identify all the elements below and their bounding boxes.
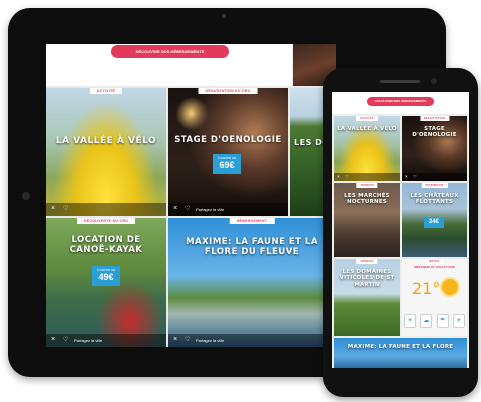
phone-screen: DÉCOUVRIR NOS HÉBERGEMENTS ACTIVITÉ LA V…	[332, 92, 469, 368]
tablet-camera	[222, 14, 226, 18]
tile-category: ACTIVITÉ	[89, 88, 123, 94]
weather-temperature: 21°	[412, 279, 441, 298]
tile-title: LES CHÂTEAUX FLOTTANTS	[410, 193, 459, 206]
tile-kayak[interactable]: DÉCOUVERTE DU CRU LOCATION DE CANOË-KAYA…	[46, 218, 166, 347]
forecast-icon: ☁	[420, 314, 433, 328]
phone-tile-maxime[interactable]: MAXIME: LA FAUNE ET LA FLORE	[334, 338, 467, 368]
share-label[interactable]: Partagez la ville	[196, 207, 224, 212]
tile-velo[interactable]: ACTIVITÉ LA VALLÉE À VÉLO × ♡	[46, 88, 166, 216]
phone-camera	[431, 78, 437, 84]
tile-title: LES MARCHÉS NOCTURNES	[344, 193, 390, 206]
forecast-icon: ☀	[404, 314, 417, 328]
tile-footer: × ♡	[334, 173, 400, 181]
phone-device: DÉCOUVRIR NOS HÉBERGEMENTS ACTIVITÉ LA V…	[323, 68, 478, 397]
tile-title: STAGE D'OENOLOGIE	[174, 135, 282, 145]
heart-icon[interactable]: ♡	[413, 174, 417, 179]
close-icon[interactable]: ×	[51, 336, 55, 343]
phone-tile-meteo[interactable]: MÉTÉO MERCREDI 20 JUILLET 2016 21° ☀ ☁ ☂…	[402, 259, 467, 336]
close-icon[interactable]: ×	[405, 174, 408, 179]
heart-icon[interactable]: ♡	[63, 336, 68, 343]
tile-title: LES DOMAINES VITICOLES DE ST MARTIN	[339, 269, 395, 288]
close-icon[interactable]: ×	[337, 174, 340, 179]
heart-icon[interactable]: ♡	[185, 336, 190, 343]
sun-icon	[442, 279, 458, 295]
tablet-accommodation-button[interactable]: DÉCOUVRIR NOS HÉBERGEMENTS	[111, 45, 229, 58]
tile-title: LA VALLÉE À VÉLO	[55, 136, 157, 146]
tablet-screen: DÉCOUVRIR NOS HÉBERGEMENTS ACTIVITÉ LA V…	[46, 44, 336, 347]
heart-icon[interactable]: ♡	[185, 205, 190, 212]
phone-tile-chateaux[interactable]: PATRIMOINE LES CHÂTEAUX FLOTTANTS 24€	[402, 183, 467, 257]
price-value: 69€	[219, 160, 235, 170]
tile-category: TERROIR	[356, 183, 378, 188]
price-badge: 24€	[424, 217, 444, 228]
tile-title: MAXIME: LA FAUNE ET LA FLORE	[347, 344, 454, 350]
tile-category: DÉGUSTATION DU CRU	[198, 88, 258, 94]
tile-title: STAGE D'OENOLOGIE	[412, 126, 457, 139]
phone-tile-velo[interactable]: ACTIVITÉ LA VALLÉE À VÉLO × ♡	[334, 116, 400, 181]
phone-accommodation-button[interactable]: DÉCOUVRIR NOS HÉBERGEMENTS	[367, 97, 434, 106]
share-label[interactable]: Partagez la ville	[196, 338, 224, 343]
heart-icon[interactable]: ♡	[63, 205, 68, 212]
tile-category: DÉGUSTATION	[419, 116, 450, 121]
phone-tile-oenologie[interactable]: DÉGUSTATION STAGE D'OENOLOGIE × ♡	[402, 116, 467, 181]
price-value: 49€	[98, 272, 114, 282]
tile-footer: × ♡ Partagez la ville	[46, 334, 166, 347]
tile-oenologie[interactable]: DÉGUSTATION DU CRU STAGE D'OENOLOGIE À P…	[168, 88, 288, 216]
forecast-icon: ☀	[452, 314, 465, 328]
weather-forecast-row: ☀ ☁ ☂ ☀	[402, 314, 467, 330]
tablet-header: DÉCOUVRIR NOS HÉBERGEMENTS	[46, 44, 292, 86]
tile-fleuve[interactable]: HÉBERGEMENT MAXIME: LA FAUNE ET LA FLORE…	[168, 218, 336, 347]
tile-title: MAXIME: LA FAUNE ET LA FLORE DU FLEUVE	[186, 237, 318, 257]
tile-footer: × ♡	[46, 203, 166, 216]
tile-title: LOCATION DE CANOË-KAYAK	[69, 235, 143, 255]
weather-date: MERCREDI 20 JUILLET 2016	[414, 265, 455, 269]
tile-category: PATRIMOINE	[421, 183, 448, 188]
tile-category: DÉCOUVERTE DU CRU	[77, 218, 135, 224]
forecast-icon: ☂	[436, 314, 449, 328]
price-badge: À PARTIR DE 69€	[213, 154, 241, 174]
tile-category: ACTIVITÉ	[356, 116, 378, 121]
tablet-home-button[interactable]	[22, 192, 30, 200]
price-badge: À PARTIR DE 49€	[92, 266, 120, 286]
price-value: 24€	[428, 219, 439, 225]
tile-title: LA VALLÉE À VÉLO	[337, 126, 397, 132]
tile-footer: × ♡ Partagez la ville	[168, 334, 336, 347]
tile-footer: × ♡	[402, 173, 467, 181]
tile-footer: × ♡ Partagez la ville	[168, 203, 288, 216]
phone-speaker	[380, 80, 420, 83]
heart-icon[interactable]: ♡	[345, 174, 349, 179]
tile-category: HÉBERGEMENT	[229, 218, 275, 224]
phone-header: DÉCOUVRIR NOS HÉBERGEMENTS	[332, 92, 469, 114]
close-icon[interactable]: ×	[173, 205, 177, 212]
close-icon[interactable]: ×	[51, 205, 55, 212]
tile-category: TERROIR	[356, 259, 378, 264]
close-icon[interactable]: ×	[173, 336, 177, 343]
phone-tile-domaines[interactable]: TERROIR LES DOMAINES VITICOLES DE ST MAR…	[334, 259, 400, 336]
phone-nav-bar[interactable]	[380, 374, 420, 380]
share-label[interactable]: Partagez la ville	[74, 338, 102, 343]
tile-category: MÉTÉO	[425, 259, 444, 264]
phone-tile-marches[interactable]: TERROIR LES MARCHÉS NOCTURNES	[334, 183, 400, 257]
